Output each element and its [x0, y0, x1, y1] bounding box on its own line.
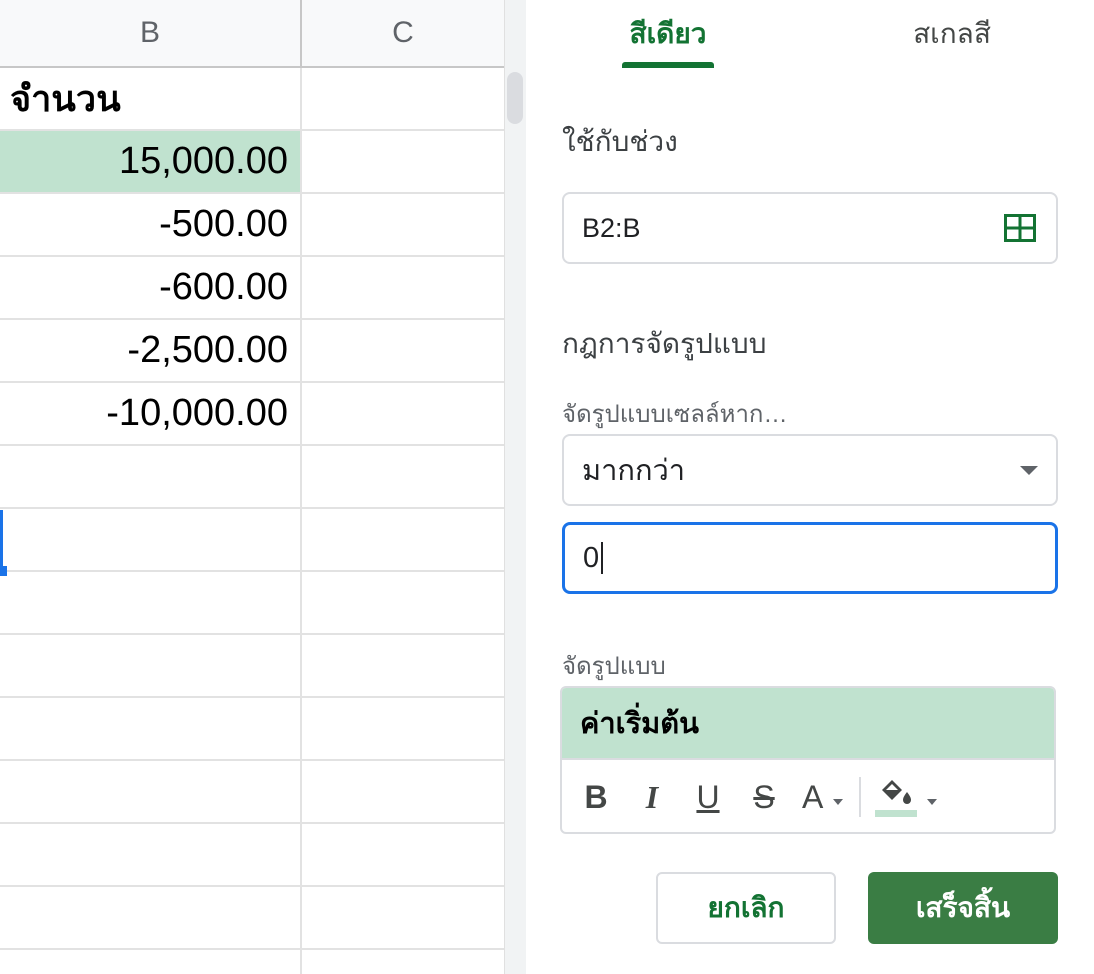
spreadsheet-grid: B C จำนวน 15,000.00 -500.00 -600.00 -2,5… — [0, 0, 504, 974]
cell-empty[interactable] — [302, 572, 502, 633]
cell-empty[interactable] — [0, 761, 302, 822]
fill-color-icon-wrap — [875, 778, 918, 817]
cell-b6[interactable]: -10,000.00 — [0, 383, 302, 444]
column-header-c[interactable]: C — [302, 0, 504, 68]
table-row — [0, 761, 504, 824]
cell-empty[interactable] — [0, 446, 302, 507]
cell-b2[interactable]: 15,000.00 — [0, 131, 302, 192]
tab-color-scale[interactable]: สเกลสี — [896, 0, 1008, 68]
apply-to-range-label: ใช้กับช่วง — [562, 126, 678, 157]
table-row: จำนวน — [0, 68, 504, 131]
format-toolbar: B I U S A — [562, 760, 1054, 832]
table-row: -2,500.00 — [0, 320, 504, 383]
format-cells-if-label: จัดรูปแบบเซลล์หาก… — [562, 401, 788, 428]
cell-c6[interactable] — [302, 383, 502, 444]
active-tab-indicator — [622, 62, 714, 68]
selection-fill-handle[interactable] — [0, 566, 7, 576]
table-row — [0, 446, 504, 509]
cell-empty[interactable] — [0, 887, 302, 948]
fill-color-swatch — [875, 809, 918, 817]
cancel-button[interactable]: ยกเลิก — [656, 872, 836, 944]
scrollbar-thumb[interactable] — [507, 72, 523, 124]
cell-empty[interactable] — [302, 635, 502, 696]
cell-c5[interactable] — [302, 320, 502, 381]
sheet-rows: จำนวน 15,000.00 -500.00 -600.00 -2,500.0… — [0, 68, 504, 974]
cell-empty[interactable] — [302, 824, 502, 885]
text-color-button[interactable]: A — [802, 778, 844, 816]
table-row: 15,000.00 — [0, 131, 504, 194]
cell-empty[interactable] — [302, 509, 502, 570]
table-row: -10,000.00 — [0, 383, 504, 446]
tab-single-color[interactable]: สีเดียว — [622, 0, 714, 68]
cell-empty[interactable] — [0, 572, 302, 633]
cell-empty[interactable] — [0, 950, 302, 974]
cell-c4[interactable] — [302, 257, 502, 318]
conditional-format-panel: สีเดียว สเกลสี ใช้กับช่วง B2:B กฎการจัดร… — [526, 0, 1094, 974]
italic-button[interactable]: I — [634, 777, 670, 817]
select-range-grid-icon[interactable] — [1004, 214, 1036, 242]
app-root: B C จำนวน 15,000.00 -500.00 -600.00 -2,5… — [0, 0, 1094, 974]
toolbar-divider — [859, 777, 862, 817]
vertical-scrollbar[interactable] — [504, 0, 527, 974]
cell-empty[interactable] — [302, 887, 502, 948]
paint-bucket-icon — [882, 779, 912, 804]
text-cursor — [601, 542, 604, 574]
cell-empty[interactable] — [302, 761, 502, 822]
done-button[interactable]: เสร็จสิ้น — [868, 872, 1058, 944]
table-row: -600.00 — [0, 257, 504, 320]
cell-empty[interactable] — [302, 950, 502, 974]
cell-b3[interactable]: -500.00 — [0, 194, 302, 255]
chevron-down-icon — [833, 799, 844, 805]
table-row — [0, 572, 504, 635]
cell-c3[interactable] — [302, 194, 502, 255]
chevron-down-icon — [1020, 465, 1038, 475]
fill-color-button[interactable] — [875, 778, 938, 817]
selection-border — [0, 510, 3, 572]
table-row — [0, 509, 504, 572]
column-header-b[interactable]: B — [0, 0, 302, 68]
table-row — [0, 887, 504, 950]
table-row — [0, 698, 504, 761]
formatting-style-label: จัดรูปแบบ — [562, 653, 666, 680]
cell-empty[interactable] — [0, 698, 302, 759]
cell-empty[interactable] — [0, 824, 302, 885]
cell-b4[interactable]: -600.00 — [0, 257, 302, 318]
cell-empty[interactable] — [302, 446, 502, 507]
condition-value-input[interactable]: 0 — [562, 522, 1058, 594]
condition-input-text: 0 — [583, 541, 600, 574]
range-value: B2:B — [582, 212, 641, 243]
cell-b5[interactable]: -2,500.00 — [0, 320, 302, 381]
table-row — [0, 824, 504, 887]
cell-empty[interactable] — [0, 509, 302, 570]
table-row — [0, 950, 504, 974]
table-row: -500.00 — [0, 194, 504, 257]
format-rules-label: กฎการจัดรูปแบบ — [562, 328, 767, 359]
underline-button[interactable]: U — [690, 777, 726, 817]
cell-empty[interactable] — [302, 698, 502, 759]
range-input[interactable]: B2:B — [562, 192, 1058, 264]
format-preview[interactable]: ค่าเริ่มต้น — [562, 688, 1054, 760]
condition-dropdown[interactable]: มากกว่า — [562, 434, 1058, 506]
text-color-icon: A — [802, 778, 824, 815]
cell-c1[interactable] — [302, 68, 502, 129]
formatting-style-card: ค่าเริ่มต้น B I U S A — [560, 686, 1056, 834]
condition-value: มากกว่า — [582, 455, 686, 487]
cell-empty[interactable] — [0, 635, 302, 696]
cell-b1[interactable]: จำนวน — [0, 68, 302, 129]
strikethrough-button[interactable]: S — [746, 777, 782, 817]
chevron-down-icon — [927, 799, 938, 805]
table-row — [0, 635, 504, 698]
bold-button[interactable]: B — [578, 777, 614, 817]
cell-c2[interactable] — [302, 131, 502, 192]
